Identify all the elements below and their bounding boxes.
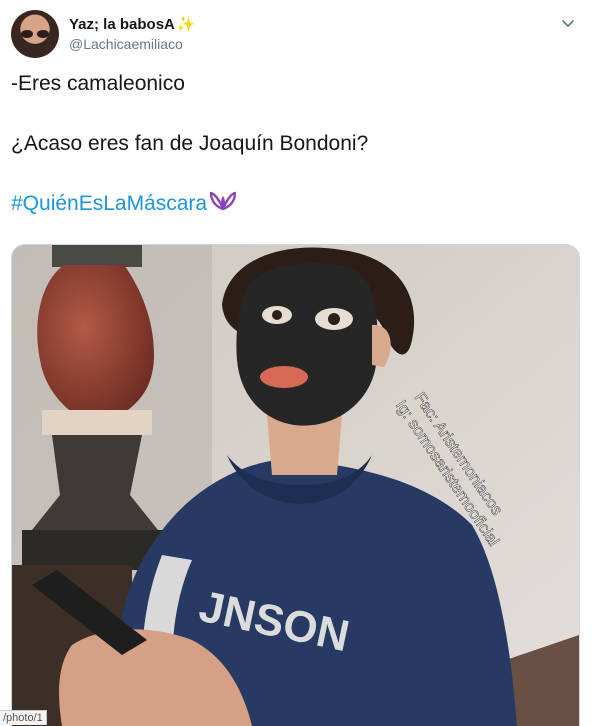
purple-butterfly-icon <box>209 191 237 220</box>
avatar[interactable] <box>11 10 59 58</box>
lips <box>260 366 308 388</box>
display-name[interactable]: Yaz; la babosA ✨ <box>69 16 196 34</box>
tweet-photo[interactable]: JNSON Fac: Aristemoniacos Ig: somosarist… <box>11 244 580 726</box>
author-handle[interactable]: @Lachicaemiliaco <box>69 35 196 53</box>
tweet-line-1: -Eres camaleonico <box>11 72 185 95</box>
author-names: Yaz; la babosA ✨ @Lachicaemiliaco <box>69 16 196 53</box>
tweet-line-2: ¿Acaso eres fan de Joaquín Bondoni? <box>11 132 369 155</box>
tweet: Yaz; la babosA ✨ @Lachicaemiliaco -Eres c… <box>0 0 592 726</box>
status-bar-url: /photo/1 <box>0 710 47 725</box>
sunglasses-icon <box>21 30 49 38</box>
sparkles-icon: ✨ <box>176 16 196 33</box>
chevron-down-icon[interactable] <box>561 16 575 30</box>
left-pupil <box>272 310 282 320</box>
face-mask <box>236 263 378 426</box>
hashtag-link[interactable]: #QuiénEsLaMáscara <box>11 192 207 215</box>
right-pupil <box>328 313 340 325</box>
tweet-header: Yaz; la babosA ✨ @Lachicaemiliaco <box>11 10 581 60</box>
tweet-text: -Eres camaleonico ¿Acaso eres fan de Joa… <box>11 71 571 217</box>
hashtag-line: #QuiénEsLaMáscara <box>11 191 571 217</box>
